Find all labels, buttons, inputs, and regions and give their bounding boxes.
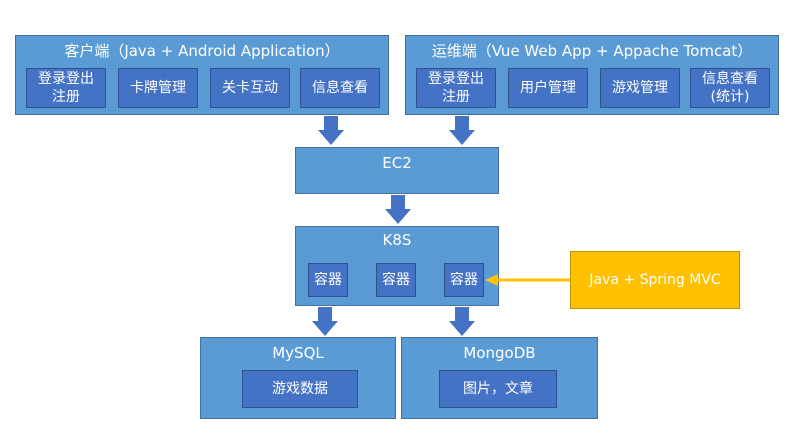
arrow-k8s-to-mysql xyxy=(312,307,338,336)
arrow-k8s-to-mongodb xyxy=(449,307,475,336)
arrow-ops-to-ec2 xyxy=(449,116,475,145)
arrow-ec2-to-k8s xyxy=(385,195,411,224)
arrow-spring-to-container-head xyxy=(485,274,498,286)
connector-arrows xyxy=(312,116,570,336)
arrow-client-to-ec2 xyxy=(318,116,344,145)
